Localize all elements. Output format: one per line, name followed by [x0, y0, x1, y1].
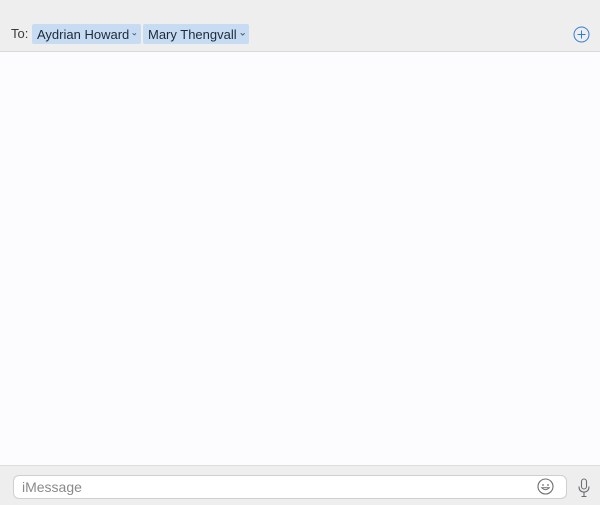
microphone-icon[interactable]	[577, 478, 591, 498]
recipient-name: Aydrian Howard	[37, 26, 130, 42]
chevron-down-icon[interactable]	[240, 30, 245, 38]
recipients-bar: To: Aydrian Howard Mary Thengvall	[0, 0, 600, 52]
message-input-field[interactable]	[13, 475, 567, 499]
composer-bar	[0, 465, 600, 505]
recipient-chip[interactable]: Aydrian Howard	[32, 24, 141, 44]
recipient-name: Mary Thengvall	[148, 26, 237, 42]
recipient-chip[interactable]: Mary Thengvall	[143, 24, 249, 44]
to-label: To:	[11, 26, 29, 41]
smiley-icon[interactable]	[537, 478, 554, 495]
chevron-down-icon[interactable]	[132, 30, 137, 38]
messages-window: To: Aydrian Howard Mary Thengvall	[0, 0, 600, 505]
plus-circle-icon[interactable]	[573, 26, 590, 43]
message-input[interactable]	[22, 476, 522, 498]
message-transcript	[0, 52, 600, 465]
